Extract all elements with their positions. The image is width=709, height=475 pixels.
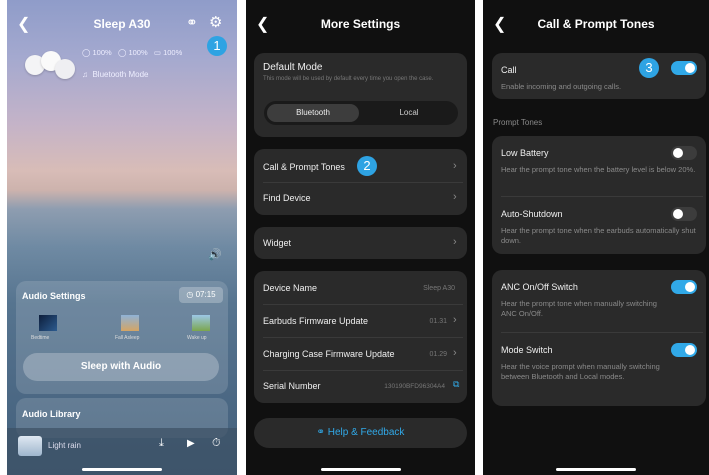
clock-icon: ◷: [186, 290, 194, 299]
scene-label: Fall Asleep: [115, 335, 140, 341]
call-toggle[interactable]: [671, 61, 697, 75]
earbuds-fw-label[interactable]: Earbuds Firmware Update: [263, 316, 368, 326]
anc-toggle[interactable]: [671, 280, 697, 294]
headset-icon[interactable]: ⚭: [186, 14, 198, 31]
divider: [263, 370, 463, 371]
call-prompt-row[interactable]: Call & Prompt Tones: [263, 162, 345, 172]
scene-wake-up-thumb[interactable]: [192, 315, 210, 331]
copy-icon[interactable]: ⧉: [453, 379, 459, 390]
battery-case: 100%: [163, 48, 183, 57]
page-title: More Settings: [320, 17, 401, 31]
divider: [263, 337, 463, 338]
default-mode-label: Default Mode: [263, 62, 323, 73]
step-badge: 3: [639, 58, 659, 78]
timer-icon[interactable]: ⏱: [212, 437, 221, 450]
default-mode-desc: This mode will be used by default every …: [263, 76, 434, 82]
mode-option-bluetooth[interactable]: Bluetooth: [267, 104, 359, 122]
divider: [501, 196, 703, 197]
mode-switch-label: Mode Switch: [501, 345, 553, 355]
earbuds-image: [23, 51, 78, 79]
timer-value: 07:15: [195, 290, 216, 299]
download-icon[interactable]: ⤓: [159, 437, 164, 450]
battery-left: 100%: [92, 48, 112, 57]
serial-value: 130190BFD96304A4: [384, 383, 445, 390]
battery-right: 100%: [128, 48, 148, 57]
mode-switch-toggle[interactable]: [671, 343, 697, 357]
widget-card[interactable]: Widget ›: [254, 227, 467, 259]
device-name-value: Sleep A30: [423, 285, 455, 292]
anc-desc: Hear the prompt tone when manually switc…: [501, 299, 657, 318]
mode-segmented: Bluetooth Local: [264, 101, 458, 125]
serial-label: Serial Number: [263, 381, 321, 391]
mode-switch-desc: Hear the voice prompt when manually swit…: [501, 362, 660, 381]
chevron-right-icon: ›: [453, 160, 457, 172]
step-badge: 2: [357, 156, 377, 176]
audio-library-label: Audio Library: [22, 409, 81, 419]
call-label: Call: [501, 65, 517, 75]
earbuds-fw-value: 01.31: [429, 318, 447, 325]
default-mode-card: Default Mode This mode will be used by d…: [254, 53, 467, 137]
low-battery-toggle[interactable]: [671, 146, 697, 160]
page-title: Call & Prompt Tones: [537, 17, 655, 31]
battery-icon: ◯: [117, 48, 127, 57]
page-title: Sleep A30: [93, 17, 151, 31]
home-indicator: [321, 468, 401, 471]
track-title: Light rain: [48, 441, 81, 450]
chevron-right-icon: ›: [453, 236, 457, 248]
help-icon: ⚭: [316, 427, 325, 438]
prompt-card-2: ANC On/Off Switch Hear the prompt tone w…: [492, 270, 706, 406]
track-thumb: [18, 436, 42, 456]
audio-settings-label: Audio Settings: [22, 291, 86, 301]
scene-label: Bedtime: [31, 335, 50, 341]
find-device-row[interactable]: Find Device: [263, 193, 311, 203]
widget-row[interactable]: Widget: [263, 238, 291, 248]
call-card: Call Enable incoming and outgoing calls.…: [492, 53, 706, 99]
case-fw-value: 01.29: [429, 351, 447, 358]
low-battery-desc: Hear the prompt tone when the battery le…: [501, 165, 696, 174]
sleep-timer[interactable]: ◷ 07:15: [179, 287, 223, 303]
more-settings-screen: ❮ More Settings Default Mode This mode w…: [246, 0, 475, 475]
auto-shutdown-label: Auto-Shutdown: [501, 209, 563, 219]
sleep-home-screen: ❮ Sleep A30 ⚭ ⚙ 1 ◯ 100% ◯ 100% ▭ 100% ♫…: [7, 0, 237, 475]
gear-icon[interactable]: ⚙: [209, 13, 222, 31]
call-prompt-tones-screen: ❮ Call & Prompt Tones Call Enable incomi…: [483, 0, 709, 475]
scene-bedtime-thumb[interactable]: [39, 315, 57, 331]
step-badge: 1: [207, 36, 227, 56]
audio-settings-panel: Audio Settings ◷ 07:15 Bedtime Fall Asle…: [16, 281, 228, 394]
now-playing-bar[interactable]: Light rain ⤓ ▶ ⏱: [7, 428, 237, 475]
help-feedback-button[interactable]: ⚭ Help & Feedback: [254, 418, 467, 448]
case-fw-label[interactable]: Charging Case Firmware Update: [263, 349, 395, 359]
battery-status: ◯ 100% ◯ 100% ▭ 100%: [82, 48, 182, 57]
chevron-right-icon: ›: [453, 347, 457, 359]
chevron-right-icon: ›: [453, 314, 457, 326]
mode-label: Bluetooth Mode: [92, 70, 149, 79]
divider: [263, 304, 463, 305]
play-icon[interactable]: ▶: [187, 438, 195, 449]
auto-shutdown-desc: Hear the prompt tone when the earbuds au…: [501, 226, 696, 245]
auto-shutdown-toggle[interactable]: [671, 207, 697, 221]
battery-icon: ◯: [82, 48, 91, 57]
home-indicator: [556, 468, 636, 471]
mode-option-local[interactable]: Local: [363, 104, 455, 122]
speaker-icon[interactable]: 🔊: [208, 248, 222, 261]
music-icon: ♫: [82, 70, 88, 79]
help-label: Help & Feedback: [327, 427, 405, 438]
section-prompt-tones: Prompt Tones: [493, 118, 543, 127]
anc-label: ANC On/Off Switch: [501, 282, 578, 292]
settings-group-1: Call & Prompt Tones 2 › Find Device ›: [254, 149, 467, 215]
scene-fall-asleep-thumb[interactable]: [121, 315, 139, 331]
divider: [263, 182, 463, 183]
mode-indicator: ♫ Bluetooth Mode: [82, 70, 149, 79]
home-indicator: [82, 468, 162, 471]
sleep-with-audio-button[interactable]: Sleep with Audio: [23, 353, 219, 381]
chevron-right-icon: ›: [453, 191, 457, 203]
divider: [501, 332, 703, 333]
scene-label: Wake up: [187, 335, 207, 341]
prompt-card-1: Low Battery Hear the prompt tone when th…: [492, 136, 706, 254]
device-info-card: Device Name Sleep A30 Earbuds Firmware U…: [254, 271, 467, 403]
device-name-label: Device Name: [263, 283, 318, 293]
call-desc: Enable incoming and outgoing calls.: [501, 82, 622, 91]
battery-icon: ▭: [153, 48, 161, 57]
low-battery-label: Low Battery: [501, 148, 549, 158]
